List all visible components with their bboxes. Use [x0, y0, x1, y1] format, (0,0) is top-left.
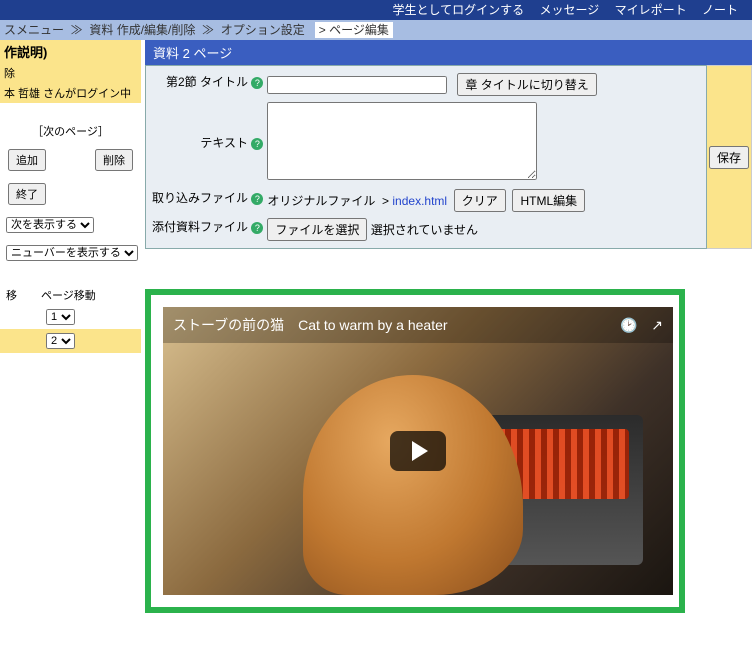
help-icon[interactable]: ? [251, 138, 263, 150]
text-input[interactable] [267, 102, 537, 180]
side-header: 作説明) [0, 40, 141, 63]
no-file-label: 選択されていません [371, 223, 478, 237]
chapter-toggle-button[interactable]: 章 タイトルに切り替え [457, 73, 596, 96]
video-player[interactable]: ストーブの前の猫 Cat to warm by a heater 🕑 ↗ [163, 307, 673, 595]
preview-frame: ストーブの前の猫 Cat to warm by a heater 🕑 ↗ [145, 289, 685, 613]
breadcrumb: スメニュー ≫ 資料 作成/編集/削除 ≫ オプション設定 > ページ編集 [0, 20, 752, 40]
notes-link[interactable]: ノート [702, 3, 738, 17]
add-button[interactable]: 追加 [8, 149, 46, 171]
help-icon[interactable]: ? [251, 222, 263, 234]
login-as-student-link[interactable]: 学生としてログインする [393, 3, 525, 17]
toc-select[interactable]: 次を表示する [6, 217, 94, 233]
login-status: 本 哲雄 さんがログイン中 [0, 83, 141, 103]
play-button[interactable] [390, 431, 446, 471]
page-move-label: ページ移動 [41, 287, 96, 303]
text-label: テキスト [200, 136, 248, 150]
messages-link[interactable]: メッセージ [540, 3, 600, 17]
side-delete-row: 除 [0, 63, 141, 83]
original-file-label: オリジナルファイル [267, 194, 375, 208]
next-page-label: ［次のページ］ [32, 126, 109, 138]
side-panel: 作説明) 除 本 哲雄 さんがログイン中 ［次のページ］ 追加 削除 終了 次を… [0, 40, 141, 353]
help-icon[interactable]: ? [251, 77, 263, 89]
help-icon[interactable]: ? [251, 193, 263, 205]
edit-form: 第2節 タイトル ? 章 タイトルに切り替え テキスト ? [145, 65, 707, 249]
section-title-input[interactable] [267, 76, 447, 94]
original-file-link[interactable]: index.html [392, 194, 447, 208]
page-select-1[interactable]: 1 [46, 309, 75, 325]
breadcrumb-item[interactable]: オプション設定 [221, 23, 305, 37]
import-file-label: 取り込みファイル [152, 191, 248, 205]
move-label: 移 [6, 287, 17, 303]
end-button[interactable]: 終了 [8, 183, 46, 205]
delete-button[interactable]: 削除 [95, 149, 133, 171]
page-select-2[interactable]: 2 [46, 333, 75, 349]
html-edit-button[interactable]: HTML編集 [512, 189, 585, 212]
menubar-select[interactable]: ニューバーを表示する [6, 245, 138, 261]
choose-file-button[interactable]: ファイルを選択 [267, 218, 367, 241]
clear-button[interactable]: クリア [454, 189, 506, 212]
breadcrumb-item[interactable]: スメニュー [4, 23, 64, 37]
save-button[interactable]: 保存 [709, 146, 749, 169]
watch-later-icon[interactable]: 🕑 [620, 317, 637, 333]
share-icon[interactable]: ↗ [651, 317, 663, 333]
section-title-label: 第2節 タイトル [166, 75, 248, 89]
cat-illustration [303, 375, 523, 595]
top-bar: 学生としてログインする メッセージ マイレポート ノート [0, 0, 752, 20]
page-title: 資料 2 ページ [145, 40, 752, 65]
video-title: ストーブの前の猫 Cat to warm by a heater [173, 315, 448, 335]
breadcrumb-item[interactable]: 資料 作成/編集/削除 [89, 23, 195, 37]
breadcrumb-current: > ページ編集 [315, 22, 393, 38]
attach-file-label: 添付資料ファイル [152, 220, 248, 234]
my-report-link[interactable]: マイレポート [615, 3, 687, 17]
